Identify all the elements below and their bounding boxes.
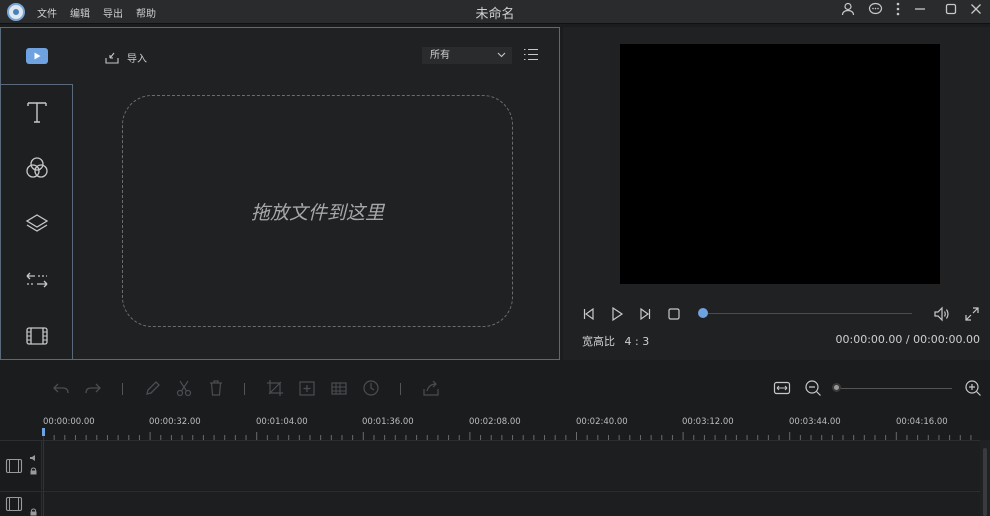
maximize-icon[interactable]: [941, 2, 961, 22]
import-icon: [105, 52, 119, 64]
cut-icon[interactable]: [175, 379, 193, 397]
dropzone[interactable]: 拖放文件到这里: [122, 95, 513, 327]
playhead-line: [43, 436, 44, 516]
zoom-out-icon[interactable]: [804, 379, 822, 397]
tab-filters[interactable]: [1, 140, 72, 196]
timeline-toolbar: [0, 364, 990, 414]
menu-edit[interactable]: 编辑: [70, 5, 90, 20]
play-icon[interactable]: [609, 306, 625, 322]
aspect-value: 4 : 3: [624, 335, 650, 348]
edit-icon[interactable]: [144, 379, 162, 397]
filters-icon: [25, 157, 48, 178]
redo-icon[interactable]: [84, 379, 102, 397]
delete-icon[interactable]: [207, 379, 225, 397]
preview-screen: [620, 44, 940, 284]
dropzone-text: 拖放文件到这里: [250, 201, 384, 224]
overlay-track[interactable]: [0, 491, 990, 516]
more-options-icon[interactable]: [888, 2, 908, 22]
seek-handle[interactable]: [698, 308, 708, 318]
timeline-ruler[interactable]: 00:00:00.00 00:00:32.00 00:01:04.00 00:0…: [0, 414, 990, 440]
list-view-icon[interactable]: [523, 48, 539, 64]
ruler-label: 00:04:16.00: [896, 417, 948, 427]
ruler-ticks: [43, 432, 972, 440]
import-button[interactable]: 导入: [105, 50, 147, 65]
ruler-label: 00:01:04.00: [256, 417, 308, 427]
aspect-label: 宽高比: [582, 335, 615, 348]
track-header: [0, 441, 42, 490]
close-icon[interactable]: [966, 2, 986, 22]
import-label: 导入: [127, 54, 147, 65]
chevron-down-icon: [497, 47, 506, 71]
zoom-slider[interactable]: [840, 388, 952, 389]
scrollbar-thumb[interactable]: [983, 448, 987, 516]
ruler-label: 00:03:44.00: [789, 417, 841, 427]
feedback-icon[interactable]: [865, 2, 885, 22]
text-icon: [26, 102, 47, 123]
preview-panel: 宽高比 4 : 3 00:00:00.00 / 00:00:00.00: [563, 27, 990, 360]
zoom-slider-handle[interactable]: [832, 383, 841, 392]
side-tabs: [1, 28, 73, 359]
film-icon: [25, 327, 48, 345]
playhead[interactable]: [42, 428, 45, 516]
ruler-label: 00:00:00.00: [43, 417, 95, 427]
user-icon[interactable]: [838, 2, 858, 22]
duration-icon[interactable]: [362, 379, 380, 397]
video-track-icon: [5, 458, 23, 474]
minimize-icon[interactable]: [910, 2, 930, 22]
mosaic-icon[interactable]: [330, 379, 348, 397]
playhead-handle[interactable]: [42, 428, 45, 436]
video-track-icon: [5, 496, 23, 512]
timeline-scrollbar[interactable]: [980, 440, 990, 516]
timecode: 00:00:00.00 / 00:00:00.00: [835, 333, 981, 346]
title-bar: 文件 编辑 导出 帮助 未命名: [0, 0, 990, 24]
volume-icon[interactable]: [933, 306, 949, 322]
stop-icon[interactable]: [666, 306, 682, 322]
app-logo-icon: [7, 3, 25, 21]
track-header: [0, 492, 42, 516]
next-frame-icon[interactable]: [637, 306, 653, 322]
ruler-label: 00:02:40.00: [576, 417, 628, 427]
tab-overlays[interactable]: [1, 196, 72, 252]
filter-selected-value: 所有: [430, 50, 450, 61]
ruler-label: 00:01:36.00: [362, 417, 414, 427]
fullscreen-icon[interactable]: [964, 306, 980, 322]
tab-transitions[interactable]: [1, 252, 72, 308]
ruler-label: 00:03:12.00: [682, 417, 734, 427]
ruler-label: 00:00:32.00: [149, 417, 201, 427]
video-track[interactable]: [0, 440, 990, 490]
lock-icon[interactable]: [30, 508, 37, 516]
window-title: 未命名: [475, 7, 515, 22]
zoom-clip-icon[interactable]: [298, 379, 316, 397]
zoom-in-icon[interactable]: [964, 379, 982, 397]
undo-icon[interactable]: [52, 379, 70, 397]
media-panel: 导入 所有 拖放文件到这里: [0, 27, 560, 360]
menu-file[interactable]: 文件: [37, 5, 57, 20]
media-icon: [25, 48, 48, 64]
menu-help[interactable]: 帮助: [136, 5, 156, 20]
export-clip-icon[interactable]: [422, 379, 440, 397]
transitions-icon: [26, 272, 47, 288]
media-filter-select[interactable]: 所有: [422, 47, 512, 64]
aspect-ratio[interactable]: 宽高比 4 : 3: [582, 333, 649, 349]
speaker-icon[interactable]: [29, 454, 38, 462]
seek-bar[interactable]: [702, 313, 912, 314]
ruler-label: 00:02:08.00: [469, 417, 521, 427]
media-library: 导入 所有 拖放文件到这里: [73, 28, 559, 359]
tab-media[interactable]: [1, 28, 72, 84]
crop-icon[interactable]: [266, 379, 284, 397]
layers-icon: [25, 214, 48, 232]
lock-icon[interactable]: [30, 467, 37, 475]
prev-frame-icon[interactable]: [581, 306, 597, 322]
menu-export[interactable]: 导出: [103, 5, 123, 20]
fit-timeline-icon[interactable]: [773, 379, 791, 397]
tab-elements[interactable]: [1, 308, 72, 364]
tab-text[interactable]: [1, 84, 72, 140]
